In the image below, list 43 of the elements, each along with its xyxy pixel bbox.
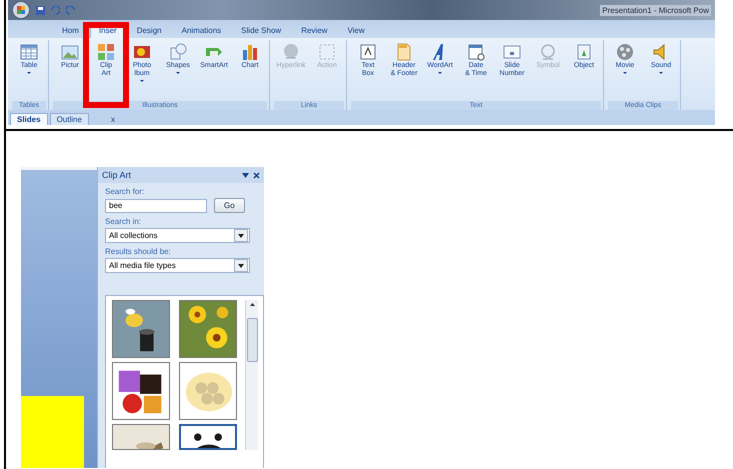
clip-thumbnail[interactable] bbox=[112, 424, 170, 450]
slide-thumbnail bbox=[21, 396, 84, 468]
shapes-icon bbox=[168, 42, 188, 62]
field-label: Search for: bbox=[105, 187, 146, 196]
close-button[interactable]: x bbox=[110, 115, 115, 125]
chart-icon bbox=[240, 42, 260, 62]
clip-thumbnail[interactable] bbox=[112, 362, 170, 420]
ribbon-tab[interactable]: Review bbox=[292, 22, 336, 38]
ribbon-tab[interactable]: Slide Show bbox=[232, 22, 290, 38]
clipart-icon bbox=[96, 42, 116, 62]
ribbon-tab[interactable]: Animations bbox=[172, 22, 230, 38]
close-icon[interactable] bbox=[253, 172, 260, 178]
dropdown-icon[interactable] bbox=[242, 172, 249, 178]
caret-icon bbox=[238, 264, 244, 268]
caret-icon bbox=[238, 234, 244, 238]
scroll-bar[interactable] bbox=[245, 300, 258, 450]
search-field[interactable]: bee bbox=[105, 198, 207, 212]
field-label: Search in: bbox=[105, 217, 142, 226]
table-icon bbox=[19, 42, 39, 62]
movie-icon bbox=[615, 42, 635, 62]
clip-thumbnail[interactable] bbox=[179, 300, 237, 358]
office-button-icon[interactable] bbox=[12, 1, 30, 19]
ribbon-tab[interactable]: Hom bbox=[53, 22, 88, 38]
clip-thumbnail[interactable] bbox=[179, 424, 237, 450]
collections-dropdown[interactable]: All collections bbox=[105, 228, 250, 243]
symbol-icon bbox=[538, 42, 558, 62]
date-icon bbox=[466, 42, 486, 62]
clip-thumbnail[interactable] bbox=[112, 300, 170, 358]
window-title: Presentation1 - Microsoft Pow bbox=[600, 4, 711, 16]
action-icon bbox=[317, 42, 337, 62]
save-icon[interactable] bbox=[36, 6, 45, 14]
pane-title: Clip Art bbox=[102, 170, 132, 180]
media-type-dropdown[interactable]: All media file types bbox=[105, 258, 250, 273]
go-button[interactable]: Go bbox=[214, 198, 245, 213]
field-label: Results should be: bbox=[105, 247, 172, 256]
scroll-up-icon[interactable] bbox=[250, 303, 254, 306]
pane-tab[interactable]: Outline bbox=[50, 113, 89, 125]
scroll-thumb[interactable] bbox=[246, 318, 258, 362]
ribbon-tab[interactable]: Design bbox=[128, 22, 171, 38]
textbox-icon bbox=[358, 42, 378, 62]
ribbon-tab[interactable]: View bbox=[338, 22, 374, 38]
clip-thumbnail[interactable] bbox=[179, 362, 237, 420]
pane-tab[interactable]: Slides bbox=[10, 113, 48, 125]
